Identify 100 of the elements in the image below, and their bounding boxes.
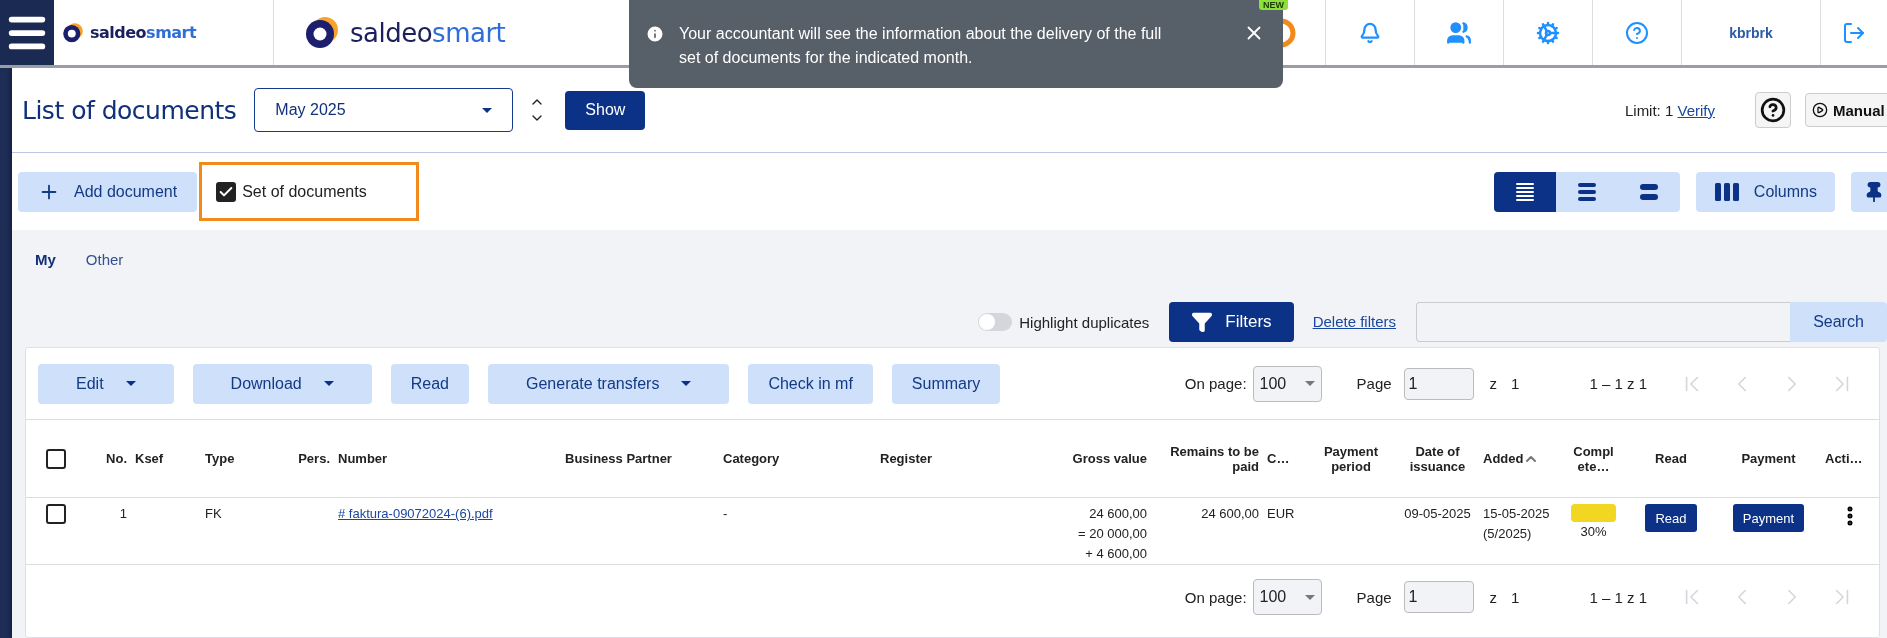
- logout-icon[interactable]: [1842, 20, 1866, 45]
- document-link[interactable]: # faktura-09072024-(6).pdf: [334, 506, 497, 521]
- toast-message: Your accountant will see the information about the delivery of the full set of documents for the indicated month.: [679, 24, 1163, 68]
- help-icon[interactable]: [1625, 20, 1649, 45]
- column-header[interactable]: Category: [723, 451, 780, 466]
- new-badge: NEW: [1259, 0, 1288, 10]
- table-cell-text: (5/2025): [1482, 525, 1533, 543]
- limit-label: Limit: 1: [1624, 101, 1675, 119]
- table-cell-text: FK: [204, 505, 223, 523]
- payment-button[interactable]: Payment: [1732, 504, 1805, 532]
- users-icon[interactable]: [1446, 19, 1472, 46]
- column-header[interactable]: Date of issuance: [1400, 443, 1475, 474]
- of-label: z: [1489, 375, 1498, 392]
- set-of-documents-checkbox[interactable]: [216, 181, 237, 202]
- page-count: 1: [1511, 375, 1520, 392]
- column-header[interactable]: Remains to be paid: [1155, 443, 1259, 474]
- columns-button[interactable]: Columns: [1695, 171, 1835, 212]
- column-header[interactable]: Read: [1655, 451, 1687, 466]
- filters-button[interactable]: Filters: [1169, 302, 1294, 342]
- logo-icon: [304, 14, 340, 51]
- manual-button[interactable]: Manual: [1805, 93, 1887, 127]
- info-icon: [645, 24, 665, 44]
- user-name[interactable]: kbrbrk: [1729, 24, 1773, 41]
- column-header[interactable]: Gross value: [1072, 451, 1147, 466]
- columns-icon: [1713, 181, 1740, 202]
- on-page-label: On page:: [1184, 375, 1247, 392]
- set-of-documents-label: Set of documents: [242, 182, 367, 201]
- tab[interactable]: My: [25, 244, 66, 274]
- column-header[interactable]: Number: [338, 451, 388, 466]
- tab[interactable]: Other: [75, 244, 134, 274]
- table-cell-text: EUR: [1266, 505, 1296, 523]
- action-button[interactable]: Summary: [891, 363, 1001, 404]
- page-size-select[interactable]: 100: [1252, 365, 1322, 402]
- action-button[interactable]: Check in mf: [748, 363, 873, 404]
- action-button[interactable]: Read: [390, 363, 469, 404]
- action-button[interactable]: Generate transfers: [488, 363, 730, 404]
- column-header[interactable]: Ksef: [135, 451, 164, 466]
- table-cell-text: 09-05-2025: [1403, 505, 1472, 523]
- column-header[interactable]: No.: [106, 451, 127, 466]
- view-mode-button[interactable]: [1493, 171, 1556, 212]
- page-label: Page: [1356, 588, 1392, 606]
- logo-wordmark: saldeosmart: [90, 23, 197, 42]
- logo-icon: [62, 21, 84, 44]
- completion-bar: [1571, 504, 1616, 522]
- action-button[interactable]: Edit: [38, 363, 174, 404]
- range-text: 1 – 1 z 1: [1589, 588, 1647, 606]
- view-mode-button[interactable]: [1617, 171, 1680, 212]
- view-mode-button[interactable]: [1555, 171, 1618, 212]
- caret-icon: [1304, 594, 1315, 600]
- page-input[interactable]: 1: [1403, 581, 1474, 613]
- on-page-label: On page:: [1184, 588, 1247, 606]
- search-field[interactable]: [1416, 302, 1790, 342]
- search-button[interactable]: Search: [1790, 302, 1887, 342]
- filter-icon: [1191, 311, 1214, 333]
- read-button[interactable]: Read: [1645, 504, 1697, 532]
- table-cell-text: 1: [118, 505, 128, 523]
- page-label: Page: [1356, 375, 1392, 392]
- highlight-duplicates-toggle[interactable]: [978, 313, 1013, 331]
- table-cell-text: -: [722, 505, 729, 523]
- select-all-checkbox[interactable]: [46, 448, 66, 469]
- logo-wordmark: saldeosmart: [350, 17, 506, 48]
- add-document-button[interactable]: Add document: [18, 171, 198, 212]
- table-cell-text: 24 600,00: [1088, 505, 1148, 523]
- menu-button[interactable]: [0, 0, 54, 65]
- page-input[interactable]: 1: [1403, 367, 1474, 400]
- column-header[interactable]: Type: [205, 451, 235, 466]
- settings-icon[interactable]: [1536, 20, 1560, 45]
- verify-link[interactable]: Verify: [1677, 101, 1715, 119]
- page-title: List of documents: [22, 95, 237, 125]
- caret-icon: [482, 107, 493, 113]
- column-header[interactable]: Acti…: [1825, 451, 1863, 466]
- page-size-select[interactable]: 100: [1252, 579, 1322, 615]
- table-cell-text: 30%: [1579, 523, 1608, 541]
- column-header[interactable]: Pers.: [298, 451, 330, 466]
- table-cell-text: 15-05-2025: [1482, 505, 1551, 523]
- table-cell-text: 24 600,00: [1200, 505, 1260, 523]
- period-select[interactable]: May 2025: [254, 88, 514, 132]
- help-button[interactable]: [1755, 92, 1791, 128]
- of-label: z: [1489, 588, 1498, 606]
- delete-filters-link[interactable]: Delete filters: [1312, 313, 1396, 330]
- column-header[interactable]: Register: [880, 451, 933, 466]
- column-header[interactable]: Complete…: [1571, 443, 1616, 474]
- column-header[interactable]: C…: [1267, 451, 1290, 466]
- table-cell-text: + 4 600,00: [1084, 545, 1148, 563]
- column-header[interactable]: Payment: [1741, 451, 1796, 466]
- pin-button[interactable]: [1851, 171, 1887, 212]
- column-header[interactable]: Added: [1483, 451, 1524, 466]
- column-header[interactable]: Business Partner: [565, 451, 672, 466]
- column-header[interactable]: Payment period: [1310, 443, 1392, 474]
- show-button[interactable]: Show: [565, 90, 646, 130]
- range-text: 1 – 1 z 1: [1589, 375, 1647, 392]
- help-icon: [1760, 97, 1786, 123]
- row-checkbox[interactable]: [46, 504, 66, 524]
- action-button[interactable]: Download: [192, 363, 372, 404]
- caret-icon: [1304, 381, 1315, 386]
- play-icon: [1812, 102, 1828, 118]
- table-cell-text: = 20 000,00: [1076, 525, 1148, 543]
- page-count: 1: [1511, 588, 1520, 606]
- bell-icon[interactable]: [1359, 21, 1381, 44]
- highlight-duplicates-label: Highlight duplicates: [1019, 313, 1150, 331]
